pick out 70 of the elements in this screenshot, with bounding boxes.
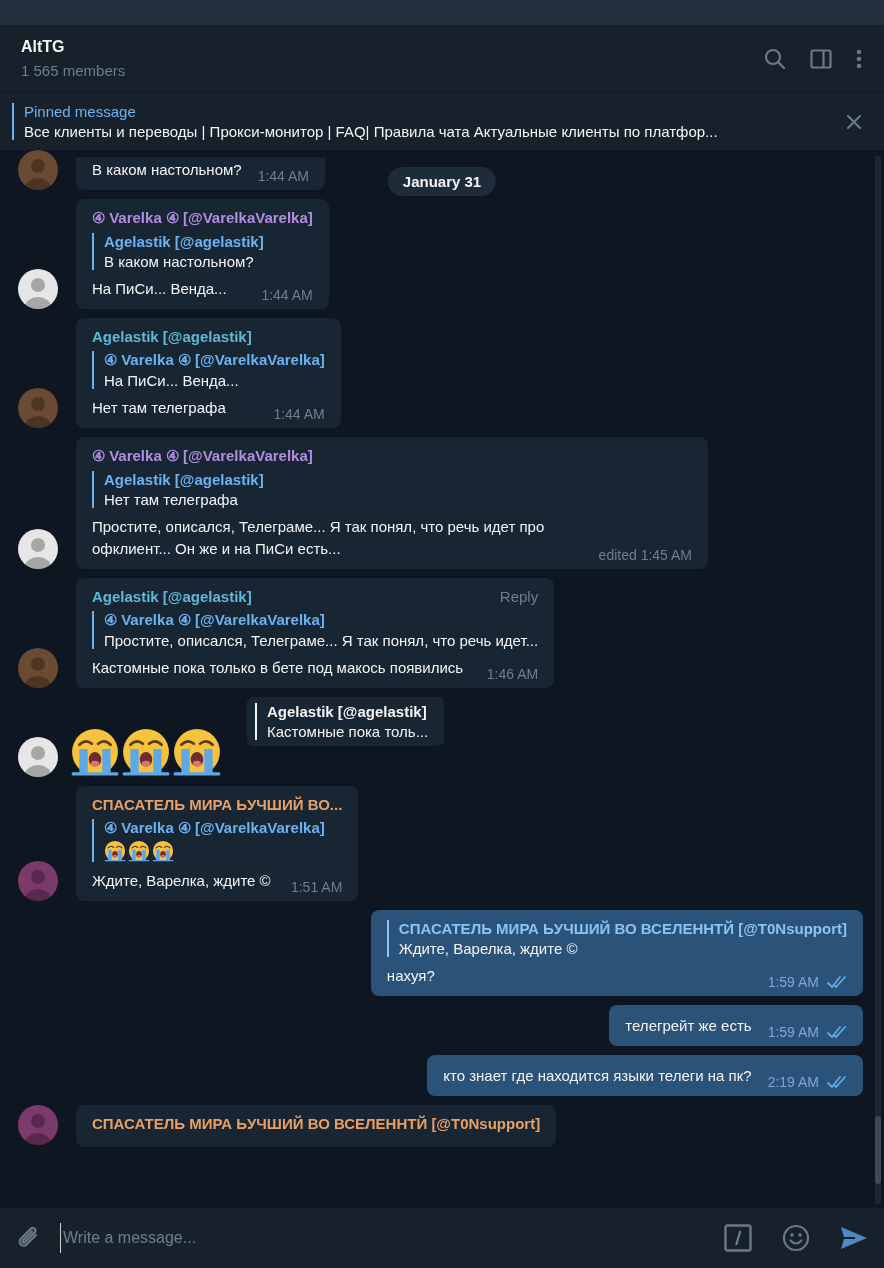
reply-text: На ПиСи... Венда... — [104, 372, 240, 389]
reply-quote[interactable]: ④ Varelka ④ [@VarelkaVarelka] Простите, описался, Телеграме... Я так понял, что речь идет... — [92, 611, 539, 649]
sender-name[interactable]: СПАСАТЕЛЬ МИРА ЬУЧШИЙ ВО... — [92, 796, 343, 813]
message-time: 1:51 AM — [290, 879, 343, 895]
crying-face-icon — [128, 840, 150, 862]
reply-author: ④ Varelka ④ [@VarelkaVarelka] — [104, 351, 325, 369]
reply-text: Нет там телеграфа — [104, 491, 239, 508]
message-time: 1:59 AM — [767, 1024, 819, 1040]
reply-author: ④ Varelka ④ [@VarelkaVarelka] — [104, 611, 326, 629]
message-text: Ждите, Варелка, ждите © — [92, 871, 271, 891]
chat-title: AltTG — [21, 38, 66, 56]
message-text: В каком настольном? — [92, 160, 242, 180]
crying-face-icon — [152, 840, 174, 862]
user-avatar[interactable] — [18, 737, 58, 777]
message-text: Кастомные пока только в бете под макось появились — [92, 658, 464, 678]
user-avatar[interactable] — [18, 529, 58, 569]
message-text: кто знает где находится языки телеги на пк? — [443, 1066, 752, 1086]
reply-author: СПАСАТЕЛЬ МИРА ЬУЧШИЙ ВО ВСЕЛЕННТЙ [@T0Nsupport] — [398, 920, 847, 937]
reply-quote[interactable]: Agelastik [@agelastik] Нет там телеграфа — [92, 471, 692, 508]
sender-name[interactable]: Agelastik [@agelastik] — [92, 588, 252, 605]
reply-text: В каком настольном? — [104, 253, 255, 270]
date-badge: January 31 — [387, 167, 497, 196]
reply-text: Кастомные пока толь... — [255, 720, 429, 740]
message-text: телегрейт же есть — [625, 1016, 752, 1036]
send-icon[interactable] — [840, 1226, 868, 1250]
message-text: На ПиСи... Венда... — [92, 279, 227, 299]
message-time: 1:44 AM — [257, 168, 310, 184]
crying-face-icon — [172, 727, 222, 777]
reply-quote[interactable]: ④ Varelka ④ [@VarelkaVarelka] — [92, 819, 343, 862]
reply-author: Agelastik [@agelastik] — [255, 703, 429, 720]
sidebar-toggle-icon[interactable] — [810, 48, 832, 69]
message-time: 1:46 AM — [486, 666, 539, 682]
reply-text: Ждите, Варелка, ждите © — [398, 940, 579, 957]
message-time: 1:44 AM — [261, 287, 313, 303]
member-count: 1 565 members — [21, 62, 126, 79]
emoji-icon[interactable] — [782, 1224, 810, 1252]
bot-command-icon[interactable] — [724, 1224, 752, 1252]
search-icon[interactable] — [764, 47, 786, 70]
pinned-text: Все клиенты и переводы | Прокси-монитор | FAQ| Правила чата Актуальные клиенты по платфор... — [24, 123, 718, 140]
message-input[interactable]: Write a message... — [63, 1227, 684, 1249]
crying-face-icon — [104, 840, 126, 862]
reply-text: Простите, описался, Телеграме... Я так понял, что речь идет... — [104, 632, 539, 649]
close-icon[interactable] — [846, 113, 862, 130]
reply-author: ④ Varelka ④ [@VarelkaVarelka] — [104, 819, 326, 837]
crying-face-icon — [121, 727, 171, 777]
message-time: edited 1:45 AM — [598, 547, 692, 563]
crying-face-icon — [70, 727, 120, 777]
pinned-message-bar[interactable]: Pinned message Все клиенты и переводы | Прокси-монитор | FAQ| Правила чата Актуальные клиенты по платфор... — [0, 93, 884, 150]
reply-author: Agelastik [@agelastik] — [104, 471, 265, 488]
reply-quote[interactable]: Agelastik [@agelastik] В каком настольном? — [92, 233, 313, 270]
reply-quote[interactable]: СПАСАТЕЛЬ МИРА ЬУЧШИЙ ВО ВСЕЛЕННТЙ [@T0Nsupport] Ждите, Варелка, ждите © — [386, 920, 847, 957]
sender-name[interactable]: ④ Varelka ④ [@VarelkaVarelka] — [92, 209, 313, 227]
message-text: Нет там телеграфа — [92, 398, 226, 418]
message-time: 2:19 AM — [767, 1074, 819, 1090]
sender-name[interactable]: СПАСАТЕЛЬ МИРА ЬУЧШИЙ ВО ВСЕЛЕННТЙ [@T0Nsupport] — [92, 1115, 541, 1132]
reply-author: Agelastik [@agelastik] — [104, 233, 265, 250]
pinned-label: Pinned message — [24, 103, 137, 120]
reply-quote[interactable]: ④ Varelka ④ [@VarelkaVarelka] На ПиСи... Венда... — [92, 351, 325, 389]
more-menu-icon[interactable] — [856, 48, 862, 69]
reply-preview[interactable]: Agelastik [@agelastik] Кастомные пока толь... — [247, 697, 445, 746]
reply-link[interactable]: Reply — [499, 588, 539, 605]
sender-name[interactable]: ④ Varelka ④ [@VarelkaVarelka] — [92, 447, 313, 465]
message-time: 1:44 AM — [273, 406, 325, 422]
scrollbar[interactable] — [875, 156, 881, 1204]
user-avatar[interactable] — [18, 269, 58, 309]
message-text: нахуя? — [386, 966, 435, 986]
message-text: Простите, описался, Телеграме... Я так понял, что речь идет про офклиент... Он же и на ПиСи есть... — [92, 517, 546, 559]
sender-name[interactable]: Agelastik [@agelastik] — [92, 328, 252, 345]
message-time: 1:59 AM — [767, 974, 819, 990]
scrollbar-thumb[interactable] — [875, 1116, 881, 1184]
